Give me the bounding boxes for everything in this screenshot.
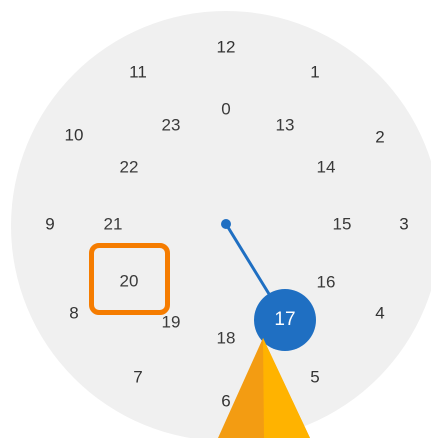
hour-22[interactable]: 22 <box>120 159 139 176</box>
clock-dial <box>11 11 431 438</box>
hour-6[interactable]: 6 <box>221 393 230 410</box>
hour-16[interactable]: 16 <box>317 274 336 291</box>
hour-9[interactable]: 9 <box>45 216 54 233</box>
hour-19[interactable]: 19 <box>162 314 181 331</box>
hour-0[interactable]: 0 <box>221 101 230 118</box>
hour-15[interactable]: 15 <box>333 216 352 233</box>
hour-3[interactable]: 3 <box>399 216 408 233</box>
hour-7[interactable]: 7 <box>133 369 142 386</box>
hour-12[interactable]: 12 <box>217 39 236 56</box>
hour-2[interactable]: 2 <box>375 129 384 146</box>
hour-4[interactable]: 4 <box>375 305 384 322</box>
hour-21[interactable]: 21 <box>104 216 123 233</box>
selected-hour-17[interactable]: 17 <box>254 289 316 351</box>
hour-14[interactable]: 14 <box>317 159 336 176</box>
hour-13[interactable]: 13 <box>276 117 295 134</box>
hour-5[interactable]: 5 <box>310 369 319 386</box>
hour-11[interactable]: 11 <box>129 64 147 81</box>
hour-10[interactable]: 10 <box>65 127 84 144</box>
hour-18[interactable]: 18 <box>217 330 236 347</box>
hour-8[interactable]: 8 <box>69 305 78 322</box>
hour-20[interactable]: 20 <box>120 273 139 290</box>
hour-1[interactable]: 1 <box>310 64 319 81</box>
time-picker: 12 1 2 3 4 5 6 7 8 9 10 11 0 13 14 15 16… <box>0 0 431 438</box>
hour-23[interactable]: 23 <box>162 117 181 134</box>
